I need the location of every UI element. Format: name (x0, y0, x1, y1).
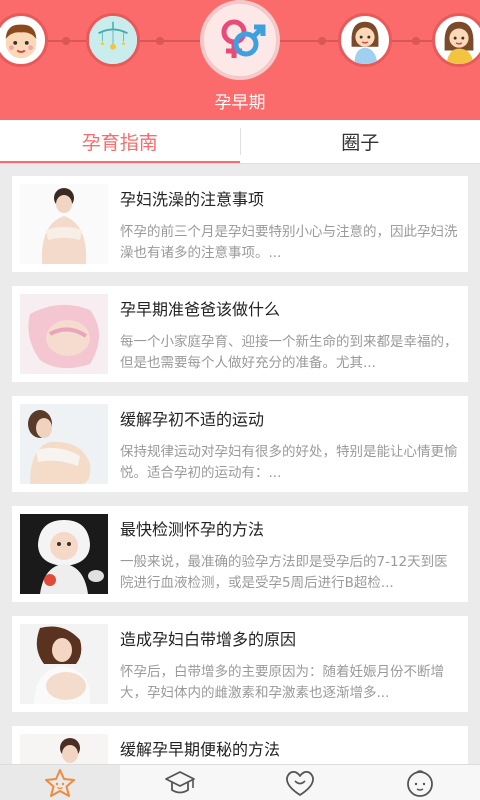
stage-crib-mobile[interactable] (86, 13, 140, 67)
pregnant-woman-icon (351, 21, 379, 64)
mother-face-icon (444, 21, 474, 64)
stage-mother[interactable] (432, 13, 480, 67)
article-summary: 怀孕的前三个月是孕妇要特别小心与注意的，因此孕妇洗澡也有诸多的注意事项。... (120, 224, 458, 261)
nav-care[interactable] (240, 765, 360, 800)
article-card[interactable]: 最快检测怀孕的方法 一般来说，最准确的验孕方法即是受孕后的7-12天到医院进行血… (12, 506, 468, 602)
article-title: 缓解孕初不适的运动 (120, 410, 265, 429)
baby-face-icon (407, 769, 433, 797)
stage-label: 孕早期 (214, 93, 266, 113)
tab-bar: 孕育指南 圈子 (0, 120, 480, 164)
article-thumbnail (20, 514, 108, 594)
article-summary: 一般来说，最准确的验孕方法即是受孕后的7-12天到医院进行血液检测，或是受孕5周… (120, 554, 448, 591)
crib-mobile-icon (89, 16, 137, 64)
article-thumbnail (20, 294, 108, 374)
tab-circle[interactable]: 圈子 (241, 120, 480, 163)
timeline-dot (62, 37, 70, 45)
article-title: 造成孕妇白带增多的原因 (120, 630, 297, 649)
article-thumbnail (20, 404, 108, 484)
article-title: 缓解孕早期便秘的方法 (120, 740, 281, 759)
nav-learn[interactable] (120, 765, 240, 800)
nav-profile[interactable] (360, 765, 480, 800)
gender-symbol-icon (221, 19, 266, 58)
article-thumbnail (20, 184, 108, 264)
article-card[interactable]: 孕妇洗澡的注意事项 怀孕的前三个月是孕妇要特别小心与注意的，因此孕妇洗澡也有诸多… (12, 176, 468, 272)
article-summary: 保持规律运动对孕妇有很多的好处，特别是能让心情更愉悦。适合孕初的运动有：... (120, 444, 458, 481)
stage-gender-active[interactable] (200, 0, 280, 80)
stage-header: 孕早期 (0, 0, 480, 120)
article-card[interactable]: 孕早期准爸爸该做什么 每一个小家庭孕育、迎接一个新生命的到来都是幸福的，但是也需… (12, 286, 468, 382)
bottom-nav (0, 764, 480, 800)
nav-home[interactable] (0, 765, 120, 800)
timeline-dot (318, 37, 326, 45)
article-title: 孕妇洗澡的注意事项 (120, 190, 265, 209)
article-title: 最快检测怀孕的方法 (120, 520, 265, 539)
article-summary: 怀孕后，白带增多的主要原因为：随着妊娠月份不断增大，孕妇体内的雌激素和孕激素也逐… (120, 664, 444, 701)
article-card[interactable]: 造成孕妇白带增多的原因 怀孕后，白带增多的主要原因为：随着妊娠月份不断增大，孕妇… (12, 616, 468, 712)
stage-baby-boy[interactable] (0, 13, 48, 67)
article-title: 孕早期准爸爸该做什么 (120, 300, 281, 319)
article-list: 孕妇洗澡的注意事项 怀孕的前三个月是孕妇要特别小心与注意的，因此孕妇洗澡也有诸多… (12, 176, 468, 800)
graduation-cap-icon (165, 770, 195, 793)
timeline-dot (412, 37, 420, 45)
baby-boy-face-icon (5, 24, 37, 59)
article-thumbnail (20, 624, 108, 704)
stage-pregnant-woman[interactable] (338, 13, 392, 67)
article-card[interactable]: 缓解孕初不适的运动 保持规律运动对孕妇有很多的好处，特别是能让心情更愉悦。适合孕… (12, 396, 468, 492)
timeline-dot (156, 37, 164, 45)
heart-smile-icon (286, 770, 314, 796)
tab-guide[interactable]: 孕育指南 (0, 120, 240, 163)
star-face-icon (45, 768, 75, 797)
article-summary: 每一个小家庭孕育、迎接一个新生命的到来都是幸福的，但是也需要每个人做好充分的准备… (120, 334, 458, 371)
